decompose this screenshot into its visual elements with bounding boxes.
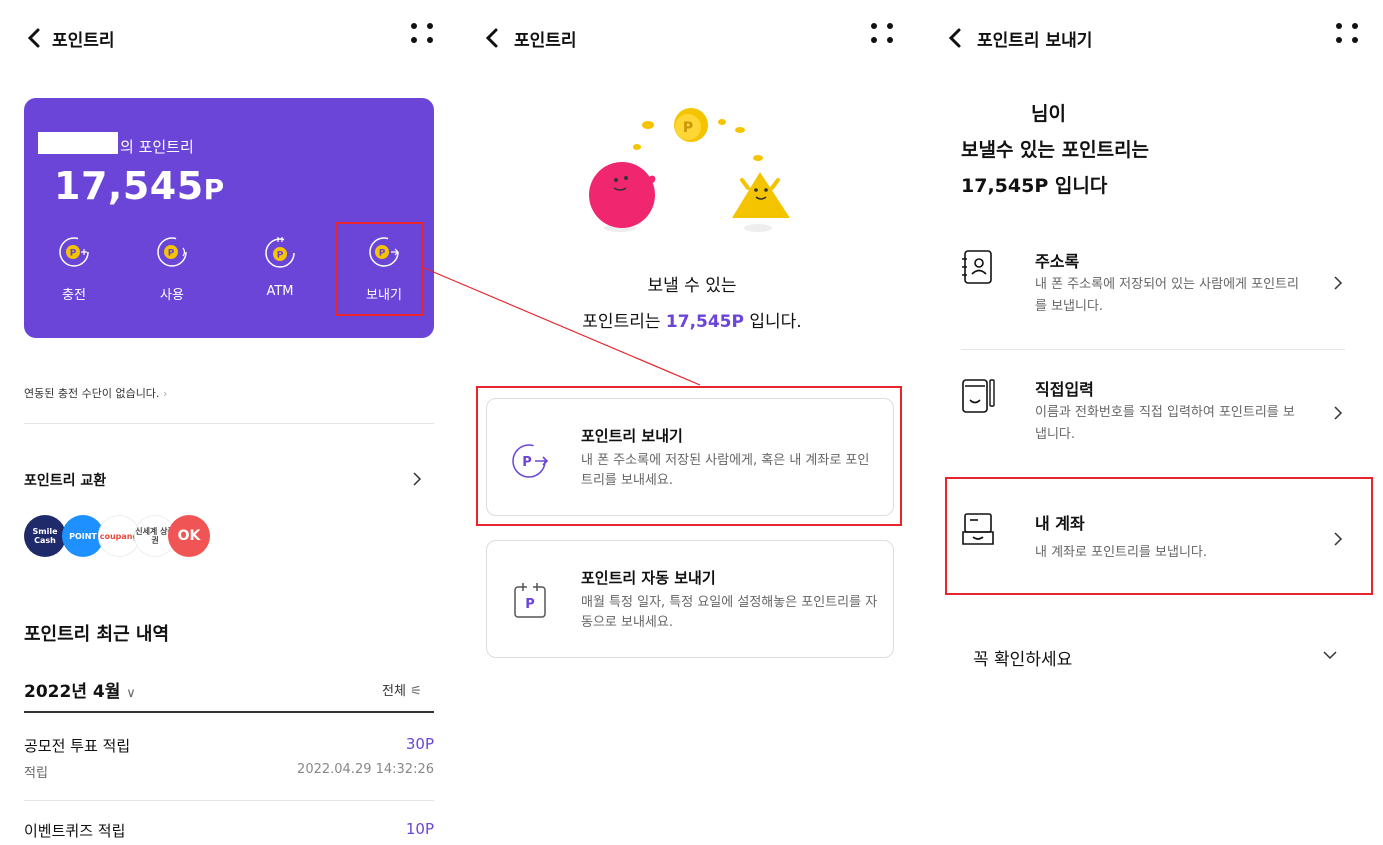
send-destination-screen: 포인트리 보내기 님이 보낼수 있는 포인트리는 17,545P 입니다 주소록… bbox=[925, 0, 1383, 845]
balance-amount: 17,545P bbox=[54, 164, 225, 208]
owner-label: 의 포인트리 bbox=[120, 138, 194, 156]
chevron-right-icon[interactable] bbox=[410, 470, 424, 488]
use-button[interactable]: P 사용 bbox=[142, 236, 202, 303]
atm-label: ATM bbox=[266, 284, 294, 299]
option-title: 포인트리 자동 보내기 bbox=[581, 569, 716, 587]
smile-cash-logo[interactable]: Smile Cash bbox=[24, 515, 66, 557]
page-title: 포인트리 bbox=[52, 31, 115, 51]
transaction-name: 공모전 투표 적립 bbox=[24, 737, 131, 755]
svg-text:P: P bbox=[522, 455, 532, 470]
direct-input-icon bbox=[961, 376, 995, 416]
points-home-screen: 포인트리 의 포인트리 17,545P P 충전 P 사용 P ATM P 보내… bbox=[0, 0, 460, 845]
page-title: 포인트리 보내기 bbox=[977, 31, 1093, 51]
use-label: 사용 bbox=[160, 288, 184, 303]
more-dots-icon[interactable] bbox=[408, 20, 436, 48]
charge-button[interactable]: P 충전 bbox=[44, 236, 104, 303]
filter-icon: ⚟ bbox=[410, 684, 422, 699]
send-points-option[interactable]: P 포인트리 보내기 내 폰 주소록에 저장된 사람에게, 혹은 내 계좌로 포… bbox=[486, 398, 894, 516]
row-desc: 내 계좌로 포인트리를 보냅니다. bbox=[1035, 545, 1208, 560]
wallet-icon bbox=[961, 510, 995, 550]
svg-text:P: P bbox=[168, 249, 175, 259]
contacts-icon bbox=[961, 248, 995, 288]
exchange-title: 포인트리 교환 bbox=[24, 473, 107, 489]
send-message-line2: 포인트리는 17,545P 입니다. bbox=[582, 312, 802, 332]
option-desc: 내 폰 주소록에 저장된 사람에게, 혹은 내 계좌로 포인트리를 보내세요. bbox=[581, 453, 870, 488]
chevron-down-icon: ∨ bbox=[126, 686, 136, 701]
svg-text:P: P bbox=[277, 251, 284, 261]
chevron-down-icon[interactable] bbox=[1321, 646, 1339, 664]
send-message-line1: 보낼 수 있는 bbox=[647, 276, 737, 296]
atm-button[interactable]: P ATM bbox=[250, 236, 310, 299]
row-desc: 이름과 전화번호를 직접 입력하여 포인트리를 보냅니다. bbox=[1035, 405, 1295, 442]
point-send-icon: P bbox=[511, 441, 551, 481]
masked-name bbox=[38, 132, 118, 154]
point-charge-icon: P bbox=[58, 236, 90, 268]
row-title: 내 계좌 bbox=[1035, 514, 1085, 533]
row-title: 주소록 bbox=[1035, 252, 1080, 271]
transaction-amount: 30P bbox=[405, 735, 434, 753]
linked-method-link[interactable]: 연동된 충전 수단이 없습니다. › bbox=[24, 385, 167, 401]
transaction-type: 적립 bbox=[24, 766, 48, 781]
send-heading: 님이 보낼수 있는 포인트리는 17,545P 입니다 bbox=[961, 103, 1150, 197]
back-arrow-icon[interactable] bbox=[945, 26, 965, 50]
auto-send-option[interactable]: P 포인트리 자동 보내기 매월 특정 일자, 특정 요일에 설정해놓은 포인트… bbox=[486, 540, 894, 658]
divider bbox=[24, 800, 434, 801]
ok-cashbag-logo[interactable]: OK bbox=[168, 515, 210, 557]
point-use-icon: P bbox=[156, 236, 188, 268]
send-illustration: P bbox=[582, 100, 802, 240]
option-desc: 매월 특정 일자, 특정 요일에 설정해놓은 포인트리를 자동으로 보내세요. bbox=[581, 595, 878, 630]
contacts-option[interactable]: 주소록 내 폰 주소록에 저장되어 있는 사람에게 포인트리를 보냅니다. bbox=[961, 248, 1345, 328]
option-title: 포인트리 보내기 bbox=[581, 427, 683, 445]
chevron-right-icon bbox=[1331, 274, 1345, 292]
divider bbox=[24, 711, 434, 713]
send-highlight-box bbox=[336, 222, 424, 316]
more-dots-icon[interactable] bbox=[868, 20, 896, 48]
page-title: 포인트리 bbox=[514, 31, 577, 51]
my-account-option[interactable]: 내 계좌 내 계좌로 포인트리를 보냅니다. bbox=[961, 510, 1345, 570]
transaction-date: 2022.04.29 14:32:26 bbox=[297, 762, 434, 777]
calendar-point-icon: P bbox=[511, 581, 551, 621]
divider bbox=[24, 423, 434, 424]
svg-text:P: P bbox=[683, 120, 693, 136]
row-title: 직접입력 bbox=[1035, 380, 1094, 399]
svg-text:P: P bbox=[70, 249, 77, 259]
more-dots-icon[interactable] bbox=[1333, 20, 1361, 48]
notice-label: 꼭 확인하세요 bbox=[973, 650, 1073, 670]
history-title: 포인트리 최근 내역 bbox=[24, 624, 170, 645]
chevron-right-icon bbox=[1331, 404, 1345, 422]
divider bbox=[961, 349, 1345, 350]
charge-label: 충전 bbox=[62, 288, 86, 303]
filter-button[interactable]: 전체 ⚟ bbox=[382, 680, 422, 699]
transaction-name: 이벤트퀴즈 적립 bbox=[24, 822, 126, 840]
back-arrow-icon[interactable] bbox=[24, 26, 44, 50]
send-options-screen: 포인트리 P 보낼 수 있는 포인트리는 17,545P 입니다. P 포인트리… bbox=[462, 0, 922, 845]
svg-text:P: P bbox=[525, 597, 535, 612]
transaction-amount: 10P bbox=[405, 820, 434, 838]
chevron-right-icon bbox=[1331, 530, 1345, 548]
row-desc: 내 폰 주소록에 저장되어 있는 사람에게 포인트리를 보냅니다. bbox=[1035, 277, 1299, 314]
month-selector[interactable]: 2022년 4월 ∨ bbox=[24, 677, 136, 702]
back-arrow-icon[interactable] bbox=[482, 26, 502, 50]
direct-input-option[interactable]: 직접입력 이름과 전화번호를 직접 입력하여 포인트리를 보냅니다. bbox=[961, 376, 1345, 456]
point-atm-icon: P bbox=[264, 236, 296, 268]
